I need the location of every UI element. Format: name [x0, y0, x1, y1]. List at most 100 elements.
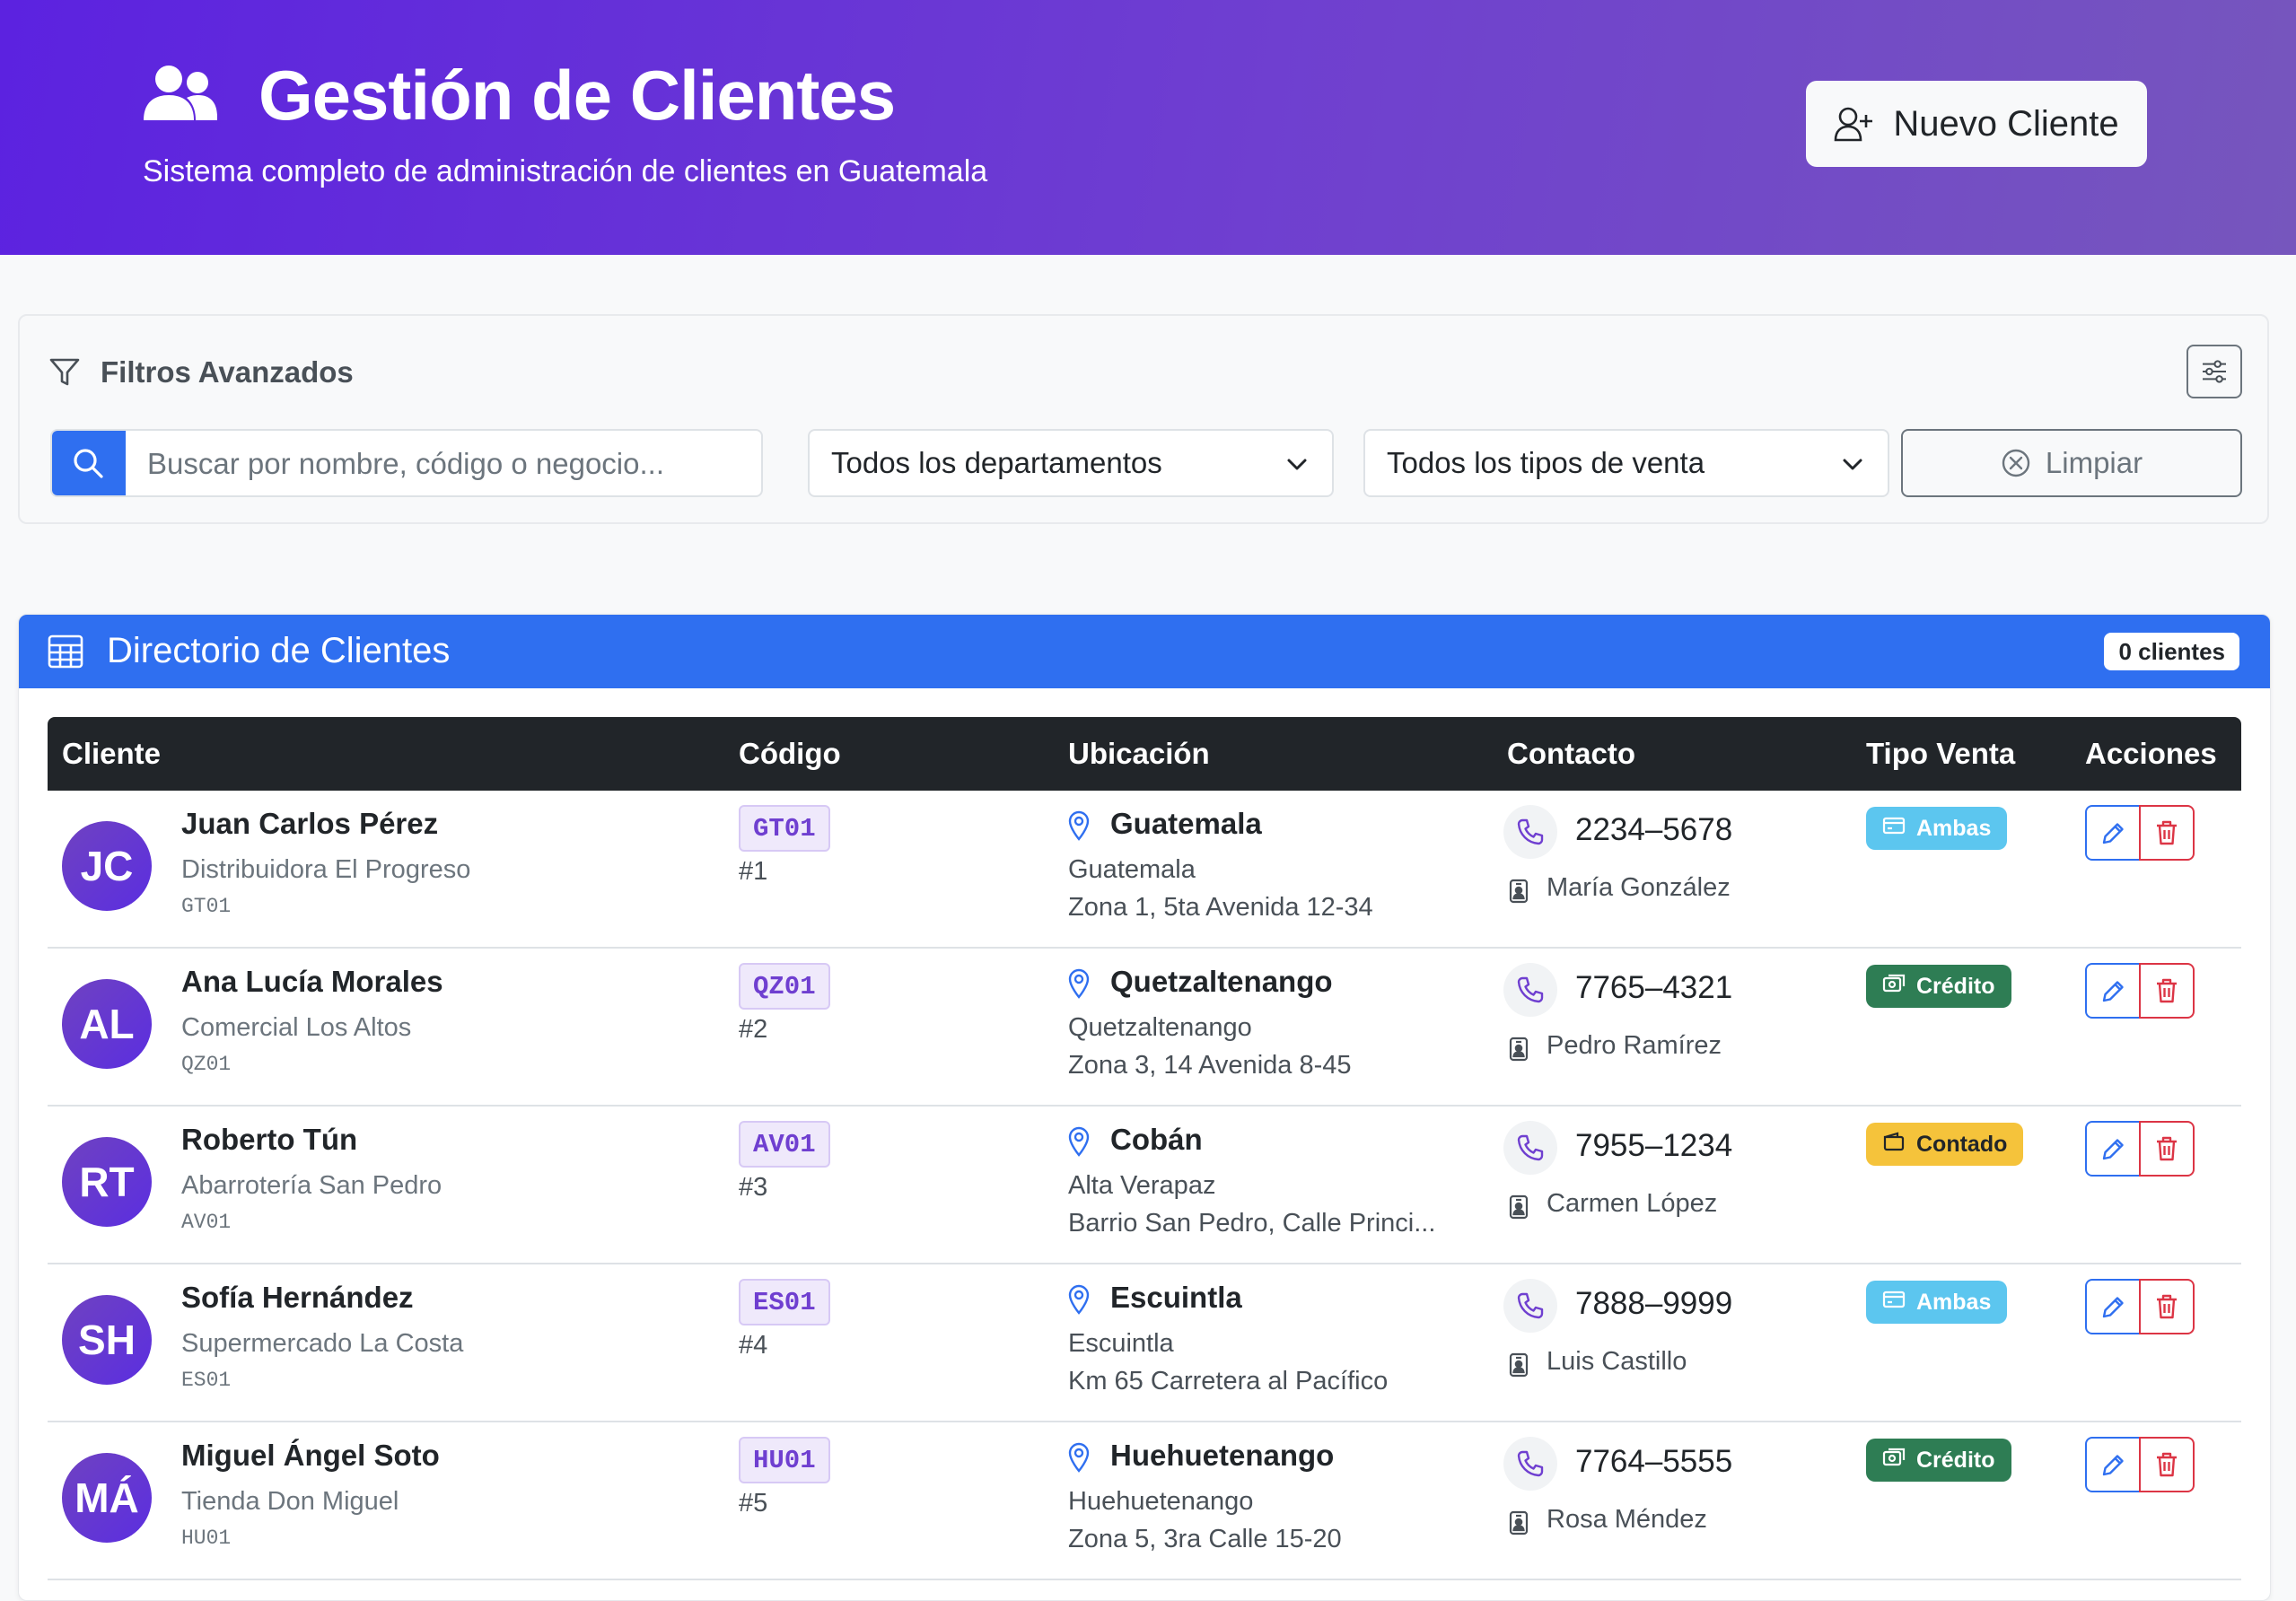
- client-address: Barrio San Pedro, Calle Princi...: [1068, 1209, 1436, 1238]
- sale-type-label: Crédito: [1916, 1447, 1995, 1473]
- delete-button[interactable]: [2139, 1279, 2195, 1334]
- delete-button[interactable]: [2139, 805, 2195, 861]
- table-row[interactable]: SH Sofía Hernández Supermercado La Costa…: [48, 1264, 2241, 1422]
- delete-button[interactable]: [2139, 963, 2195, 1019]
- client-city: Quetzaltenango: [1110, 965, 1333, 998]
- column-header-ubicacion[interactable]: Ubicación: [1068, 717, 1210, 791]
- page-header: Gestión de Clientes Sistema completo de …: [0, 0, 2296, 255]
- chevron-down-icon: [1843, 459, 1862, 470]
- avatar: RT: [62, 1137, 152, 1227]
- page-subtitle: Sistema completo de administración de cl…: [143, 154, 988, 188]
- directory-header: Directorio de Clientes 0 clientes: [19, 615, 2270, 688]
- phone-icon: [1517, 976, 1544, 1003]
- column-header-codigo[interactable]: Código: [739, 717, 841, 791]
- delete-button[interactable]: [2139, 1437, 2195, 1492]
- business-name: Comercial Los Altos: [181, 1013, 412, 1042]
- new-client-button[interactable]: Nuevo Cliente: [1806, 81, 2147, 167]
- trash-icon: [2157, 1452, 2177, 1477]
- column-header-acciones: Acciones: [2085, 737, 2217, 770]
- phone-icon: [1517, 1134, 1544, 1161]
- client-code-small: HU01: [181, 1527, 232, 1550]
- filters-panel: Filtros Avanzados Todos los departamento…: [18, 314, 2269, 524]
- contact-person: María González: [1547, 873, 1731, 902]
- map-pin-icon: [1068, 968, 1090, 999]
- client-name: Miguel Ángel Soto: [181, 1439, 440, 1472]
- sale-type-badge: Crédito: [1866, 965, 2011, 1008]
- client-city: Guatemala: [1110, 807, 1262, 840]
- client-code-badge: HU01: [739, 1437, 830, 1483]
- edit-button[interactable]: [2085, 1437, 2141, 1492]
- client-address: Zona 3, 14 Avenida 8-45: [1068, 1051, 1352, 1080]
- edit-button[interactable]: [2085, 963, 2141, 1019]
- column-header-cliente[interactable]: Cliente: [62, 717, 161, 791]
- sale-type-badge: Ambas: [1866, 1281, 2008, 1324]
- table-row[interactable]: MÁ Miguel Ángel Soto Tienda Don Miguel H…: [48, 1422, 2241, 1580]
- client-city: Huehuetenango: [1110, 1439, 1335, 1472]
- sale-type-badge: Crédito: [1866, 1439, 2011, 1482]
- filter-settings-button[interactable]: [2186, 345, 2242, 398]
- avatar: JC: [62, 821, 152, 911]
- edit-button[interactable]: [2085, 1279, 2141, 1334]
- map-pin-icon: [1068, 1126, 1090, 1157]
- new-client-label: Nuevo Cliente: [1893, 103, 2119, 144]
- pencil-icon: [2102, 981, 2124, 1002]
- filters-title: Filtros Avanzados: [48, 355, 354, 389]
- table-header: Cliente Código Ubicación Contacto Tipo V…: [48, 717, 2241, 791]
- users-icon: [144, 66, 217, 120]
- client-address: Zona 5, 3ra Calle 15-20: [1068, 1525, 1342, 1553]
- client-number: #1: [739, 857, 768, 886]
- table-icon: [48, 634, 83, 669]
- avatar: AL: [62, 979, 152, 1069]
- client-department: Alta Verapaz: [1068, 1171, 1216, 1200]
- client-city: Escuintla: [1110, 1281, 1242, 1314]
- client-code-badge: QZ01: [739, 963, 830, 1010]
- person-badge-icon: [1509, 1510, 1529, 1535]
- pencil-icon: [2102, 1139, 2124, 1160]
- contact-person: Rosa Méndez: [1547, 1505, 1707, 1534]
- client-phone: 7765–4321: [1575, 970, 1733, 1005]
- sale-type-label: Crédito: [1916, 973, 1995, 999]
- search-icon: [74, 449, 103, 478]
- delete-button[interactable]: [2139, 1121, 2195, 1177]
- person-plus-icon: [1835, 107, 1873, 142]
- search-button[interactable]: [52, 431, 126, 495]
- sale-type-badge: Ambas: [1866, 807, 2008, 850]
- contact-person: Pedro Ramírez: [1547, 1031, 1722, 1060]
- contact-person: Luis Castillo: [1547, 1347, 1687, 1376]
- client-phone: 7764–5555: [1575, 1444, 1733, 1479]
- business-name: Supermercado La Costa: [181, 1329, 464, 1358]
- sale-type-select[interactable]: Todos los tipos de venta: [1363, 429, 1889, 497]
- business-name: Abarrotería San Pedro: [181, 1171, 443, 1200]
- column-header-tipo-venta[interactable]: Tipo Venta: [1866, 717, 2015, 791]
- phone-icon: [1517, 1450, 1544, 1477]
- client-code-small: QZ01: [181, 1053, 232, 1076]
- client-name: Roberto Tún: [181, 1123, 358, 1156]
- client-department: Escuintla: [1068, 1329, 1174, 1358]
- clear-filters-button[interactable]: Limpiar: [1901, 429, 2242, 497]
- department-select[interactable]: Todos los departamentos: [808, 429, 1334, 497]
- client-department: Quetzaltenango: [1068, 1013, 1252, 1042]
- sale-type-label: Contado: [1916, 1131, 2008, 1157]
- sale-type-label: Ambas: [1916, 1289, 1992, 1315]
- contact-person: Carmen López: [1547, 1189, 1718, 1218]
- cash-return-icon: [1882, 974, 1906, 992]
- map-pin-icon: [1068, 1442, 1090, 1473]
- column-header-contacto[interactable]: Contacto: [1507, 717, 1635, 791]
- map-pin-icon: [1068, 1284, 1090, 1315]
- edit-button[interactable]: [2085, 805, 2141, 861]
- person-badge-icon: [1509, 879, 1529, 904]
- phone-icon-circle: [1503, 1279, 1557, 1333]
- business-name: Distribuidora El Progreso: [181, 855, 471, 884]
- trash-icon: [2157, 1136, 2177, 1161]
- table-row[interactable]: RT Roberto Tún Abarrotería San Pedro AV0…: [48, 1107, 2241, 1264]
- client-name: Sofía Hernández: [181, 1281, 414, 1314]
- trash-icon: [2157, 1294, 2177, 1319]
- search-input[interactable]: [127, 431, 761, 495]
- edit-button[interactable]: [2085, 1121, 2141, 1177]
- credit-card-icon: [1882, 1290, 1906, 1308]
- directory-title: Directorio de Clientes: [107, 631, 451, 670]
- table-row[interactable]: AL Ana Lucía Morales Comercial Los Altos…: [48, 949, 2241, 1107]
- client-code-small: ES01: [181, 1369, 232, 1392]
- table-row[interactable]: JC Juan Carlos Pérez Distribuidora El Pr…: [48, 791, 2241, 949]
- client-address: Zona 1, 5ta Avenida 12-34: [1068, 893, 1373, 922]
